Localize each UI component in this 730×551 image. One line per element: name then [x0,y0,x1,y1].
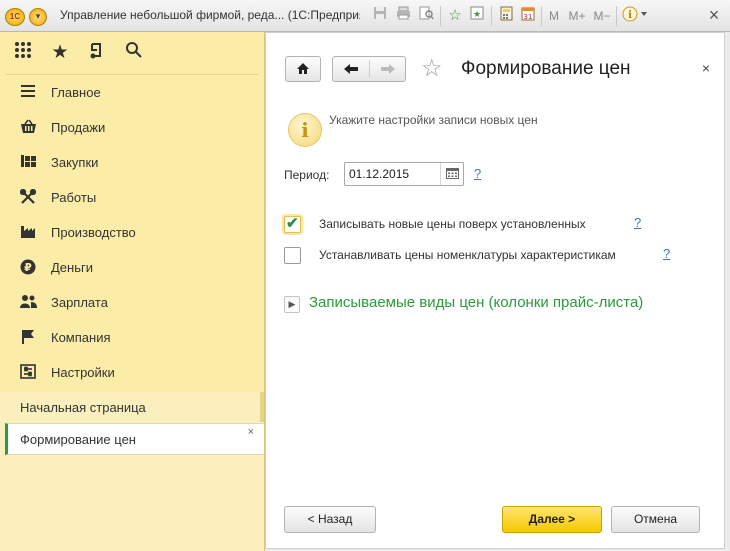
sidebar-item-production[interactable]: Производство [0,215,264,250]
price-types-group-header[interactable]: ▶ Записываемые виды цен (колонки прайс-л… [284,294,704,315]
period-date-field[interactable]: 01.12.2015 [344,162,464,186]
close-icon[interactable]: × [704,5,724,25]
toolbar-separator [491,6,492,26]
expand-chevron-icon: ▶ [284,296,300,313]
sidebar-item-label: Главное [51,85,101,100]
window-title: Управление небольшой фирмой, реда... (1С… [60,8,360,22]
page-tab-price-formation[interactable]: Формирование цен × [5,423,264,455]
svg-text:₽: ₽ [24,261,32,274]
hint-text: Укажите настройки записи новых цен [329,113,538,127]
price-types-group-title: Записываемые виды цен (колонки прайс-лис… [309,294,644,311]
back-button[interactable]: < Назад [284,506,376,533]
sidebar-item-purchases[interactable]: Закупки [0,145,264,180]
characteristics-prices-checkbox[interactable] [284,247,301,264]
all-sections-icon[interactable] [11,41,35,65]
sidebar-item-label: Работы [51,190,97,205]
nav-history-buttons [332,56,406,82]
window-titlebar: 1C ▾ Управление небольшой фирмой, реда..… [0,0,730,32]
sidebar-item-sales[interactable]: Продажи [0,110,264,145]
calendar-picker-icon[interactable] [440,163,463,185]
calculator-icon[interactable] [497,6,515,26]
page-tab-label: Начальная страница [20,400,146,415]
basket-icon [19,119,37,137]
cancel-button[interactable]: Отмена [611,506,700,533]
period-help-link[interactable]: ? [474,166,481,181]
tools-icon [19,188,37,207]
ruble-icon: ₽ [19,259,37,277]
main-menu-button[interactable]: ▾ [29,8,47,26]
factory-icon [19,224,37,242]
checkmark-icon: ✔ [286,215,299,232]
settings-icon [19,364,37,382]
open-pages-panel: Начальная страница Формирование цен × [0,392,264,551]
memory-mplus-icon[interactable]: M+ [566,6,588,26]
print-icon[interactable] [394,6,412,26]
home-button[interactable] [285,56,321,82]
characteristics-prices-help-link[interactable]: ? [663,246,670,261]
memory-mminus-icon[interactable]: M− [591,6,613,26]
form-panel: ☆ Формирование цен × i Укажите настройки… [265,32,725,549]
overwrite-prices-checkbox[interactable]: ✔ [284,215,301,233]
info-bulb-icon: i [288,113,322,147]
search-icon[interactable] [122,41,146,65]
toolbar-separator [616,6,617,26]
favorites-icon[interactable]: ★ [468,6,486,26]
next-button[interactable]: Далее > [502,506,602,533]
characteristics-prices-label: Устанавливать цены номенклатуры характер… [319,248,616,262]
sidebar-item-label: Закупки [51,155,99,170]
memory-m-icon[interactable]: M [546,6,562,26]
info-icon[interactable]: i [621,6,649,26]
print-preview-icon[interactable] [417,6,435,26]
sidebar-item-company[interactable]: Компания [0,320,264,355]
svg-text:i: i [628,10,632,21]
period-date-value: 01.12.2015 [349,167,410,181]
sidebar-item-salary[interactable]: Зарплата [0,285,264,320]
app-logo-icon: 1C [5,8,25,26]
sidebar-item-money[interactable]: ₽ Деньги [0,250,264,285]
overwrite-prices-help-link[interactable]: ? [634,215,641,230]
sidebar: ★ Главное Продажи Закупки Работы Произво… [0,32,265,551]
cart-icon [19,154,37,172]
sidebar-toolbar: ★ [0,32,264,74]
toolbar-separator [541,6,542,26]
save-icon[interactable] [371,6,389,26]
history-icon[interactable] [85,41,109,65]
toolbar-separator [440,6,441,26]
sidebar-item-settings[interactable]: Настройки [0,355,264,390]
sidebar-item-main[interactable]: Главное [0,75,264,110]
sidebar-item-label: Деньги [51,260,93,275]
overwrite-prices-label: Записывать новые цены поверх установленн… [319,217,586,231]
page-tab-label: Формирование цен [20,432,136,447]
svg-text:★: ★ [473,10,481,20]
back-arrow-icon[interactable] [333,57,369,81]
people-icon [19,294,37,312]
page-title: Формирование цен [461,58,631,79]
sidebar-item-works[interactable]: Работы [0,180,264,215]
sidebar-item-label: Производство [51,225,136,240]
star-icon[interactable]: ★ [48,41,72,65]
forward-arrow-icon[interactable] [370,57,405,81]
period-label: Период: [284,168,330,182]
calendar-icon[interactable]: 31 [519,6,537,26]
flag-icon [19,329,37,347]
close-tab-icon[interactable]: × [248,426,254,438]
sidebar-item-label: Продажи [51,120,106,135]
list-icon [19,84,37,102]
favorite-star-icon[interactable]: ☆ [421,54,443,83]
svg-text:31: 31 [524,13,533,21]
close-form-icon[interactable]: × [702,60,710,76]
page-tab-home[interactable]: Начальная страница [5,392,264,422]
sidebar-item-label: Зарплата [51,295,108,310]
sidebar-item-label: Настройки [51,365,115,380]
add-favorite-icon[interactable]: ☆ [446,6,464,26]
sidebar-item-label: Компания [51,330,111,345]
